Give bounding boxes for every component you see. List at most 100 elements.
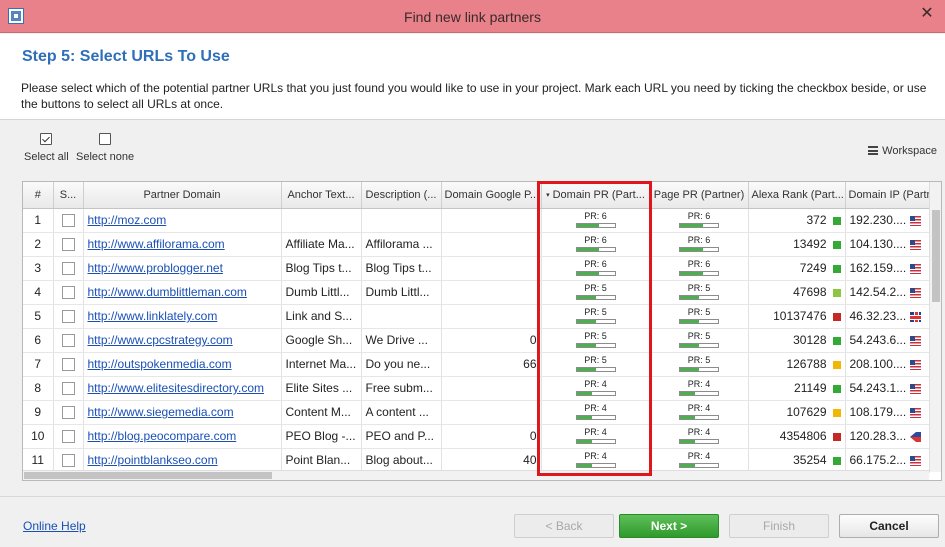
alexa-rank-value: 35254 bbox=[793, 453, 827, 467]
row-select-cell[interactable] bbox=[53, 424, 84, 449]
partner-domain-cell: http://www.siegemedia.com bbox=[83, 400, 282, 425]
column-header-6[interactable]: ▾ Domain PR (Part... bbox=[541, 182, 651, 209]
country-flag-icon bbox=[910, 263, 922, 274]
row-number: 8 bbox=[23, 376, 54, 401]
column-header-4[interactable]: Description (... bbox=[361, 182, 442, 209]
column-header-0[interactable]: # bbox=[23, 182, 54, 209]
table-row[interactable]: 8 http://www.elitesitesdirectory.com Elite… bbox=[23, 376, 930, 401]
domain-pr-bar-fill bbox=[576, 416, 592, 419]
row-select-cell[interactable] bbox=[53, 256, 84, 281]
table-row[interactable]: 11 http://pointblankseo.com Point Blan... B… bbox=[23, 448, 930, 473]
column-header-3[interactable]: Anchor Text... bbox=[281, 182, 362, 209]
workspace-button[interactable]: Workspace bbox=[868, 145, 937, 157]
checkbox-checked-icon bbox=[40, 133, 53, 145]
row-checkbox[interactable] bbox=[61, 310, 75, 324]
table-row[interactable]: 10 http://blog.peocompare.com PEO Blog -..… bbox=[23, 424, 930, 449]
row-number: 2 bbox=[23, 232, 54, 257]
description-cell: Blog Tips t... bbox=[361, 256, 442, 281]
row-checkbox[interactable] bbox=[61, 334, 75, 348]
online-help-link[interactable]: Online Help bbox=[23, 519, 86, 533]
partner-urls-grid[interactable]: # S... Partner Domain Anchor Text... Descrip… bbox=[22, 181, 942, 481]
partner-domain-link[interactable]: http://www.cpcstrategy.com bbox=[88, 333, 233, 347]
domain-pr-cell: PR: 6 bbox=[541, 232, 651, 257]
domain-google-pr-cell bbox=[441, 376, 542, 401]
row-select-cell[interactable] bbox=[53, 400, 84, 425]
select-all-button[interactable]: Select all bbox=[24, 133, 69, 163]
select-none-button[interactable]: Select none bbox=[76, 133, 134, 163]
domain-ip-cell: 54.243.1... bbox=[845, 376, 930, 401]
column-header-1[interactable]: S... bbox=[53, 182, 84, 209]
partner-domain-link[interactable]: http://outspokenmedia.com bbox=[88, 357, 232, 371]
partner-domain-link[interactable]: http://blog.peocompare.com bbox=[88, 429, 237, 443]
table-row[interactable]: 4 http://www.dumblittleman.com Dumb Littl.… bbox=[23, 280, 930, 305]
row-checkbox[interactable] bbox=[61, 430, 75, 444]
table-row[interactable]: 6 http://www.cpcstrategy.com Google Sh... W… bbox=[23, 328, 930, 353]
row-checkbox[interactable] bbox=[61, 214, 75, 228]
alexa-rank-cell: 47698 bbox=[748, 280, 846, 305]
row-checkbox[interactable] bbox=[61, 262, 75, 276]
partner-domain-link[interactable]: http://www.problogger.net bbox=[88, 261, 223, 275]
domain-pr-bar bbox=[575, 463, 616, 468]
row-select-cell[interactable] bbox=[53, 280, 84, 305]
cancel-button[interactable]: Cancel bbox=[839, 514, 939, 538]
table-row[interactable]: 5 http://www.linklately.com Link and S... P… bbox=[23, 304, 930, 329]
row-select-cell[interactable] bbox=[53, 352, 84, 377]
vertical-scrollbar[interactable] bbox=[929, 182, 941, 472]
row-select-cell[interactable] bbox=[53, 304, 84, 329]
next-button[interactable]: Next > bbox=[619, 514, 719, 538]
row-select-cell[interactable] bbox=[53, 328, 84, 353]
horizontal-scrollbar[interactable] bbox=[23, 470, 929, 480]
vertical-scroll-thumb[interactable] bbox=[932, 210, 940, 302]
alexa-rank-value: 30128 bbox=[793, 333, 827, 347]
close-icon[interactable]: ✕ bbox=[917, 4, 937, 24]
back-button[interactable]: < Back bbox=[514, 514, 614, 538]
row-checkbox[interactable] bbox=[61, 358, 75, 372]
row-number: 9 bbox=[23, 400, 54, 425]
row-number: 5 bbox=[23, 304, 54, 329]
table-row[interactable]: 2 http://www.affilorama.com Affiliate Ma..… bbox=[23, 232, 930, 257]
column-header-9[interactable]: Domain IP (Partn bbox=[845, 182, 930, 209]
row-checkbox[interactable] bbox=[61, 286, 75, 300]
row-checkbox[interactable] bbox=[61, 382, 75, 396]
partner-domain-link[interactable]: http://www.affilorama.com bbox=[88, 237, 225, 251]
row-checkbox[interactable] bbox=[61, 238, 75, 252]
row-number: 7 bbox=[23, 352, 54, 377]
partner-domain-link[interactable]: http://www.linklately.com bbox=[88, 309, 218, 323]
page-pr-bar-fill bbox=[680, 464, 696, 467]
alexa-rank-cell: 107629 bbox=[748, 400, 846, 425]
country-flag-icon bbox=[910, 383, 922, 394]
row-checkbox[interactable] bbox=[61, 454, 75, 468]
table-row[interactable]: 7 http://outspokenmedia.com Internet Ma...… bbox=[23, 352, 930, 377]
finish-button[interactable]: Finish bbox=[729, 514, 829, 538]
row-select-cell[interactable] bbox=[53, 208, 84, 233]
domain-pr-cell: PR: 6 bbox=[541, 208, 651, 233]
domain-google-pr-cell: 40 bbox=[441, 448, 542, 473]
column-header-2[interactable]: Partner Domain bbox=[83, 182, 282, 209]
description-cell: Dumb Littl... bbox=[361, 280, 442, 305]
row-select-cell[interactable] bbox=[53, 232, 84, 257]
column-header-label: Partner Domain bbox=[143, 188, 221, 201]
domain-pr-cell: PR: 5 bbox=[541, 328, 651, 353]
page-pr-bar-fill bbox=[680, 248, 703, 251]
page-pr-bar bbox=[679, 391, 719, 396]
row-select-cell[interactable] bbox=[53, 376, 84, 401]
alexa-status-icon bbox=[832, 384, 841, 393]
partner-domain-link[interactable]: http://moz.com bbox=[88, 213, 167, 227]
partner-domain-link[interactable]: http://www.siegemedia.com bbox=[88, 405, 234, 419]
column-header-8[interactable]: Alexa Rank (Part... bbox=[748, 182, 846, 209]
table-row[interactable]: 3 http://www.problogger.net Blog Tips t...… bbox=[23, 256, 930, 281]
horizontal-scroll-thumb[interactable] bbox=[24, 472, 272, 479]
row-select-cell[interactable] bbox=[53, 448, 84, 473]
partner-domain-link[interactable]: http://pointblankseo.com bbox=[88, 453, 218, 467]
column-header-7[interactable]: Page PR (Partner) bbox=[650, 182, 749, 209]
page-pr-bar bbox=[679, 415, 719, 420]
table-row[interactable]: 9 http://www.siegemedia.com Content M... A … bbox=[23, 400, 930, 425]
column-header-5[interactable]: Domain Google P... bbox=[441, 182, 542, 209]
partner-domain-link[interactable]: http://www.elitesitesdirectory.com bbox=[88, 381, 265, 395]
domain-pr-bar bbox=[575, 439, 616, 444]
table-row[interactable]: 1 http://moz.com PR: 6 PR: 6 372 192.230.... bbox=[23, 208, 930, 233]
row-checkbox[interactable] bbox=[61, 406, 75, 420]
description-cell: Affilorama ... bbox=[361, 232, 442, 257]
partner-domain-link[interactable]: http://www.dumblittleman.com bbox=[88, 285, 247, 299]
page-pr-bar bbox=[679, 367, 719, 372]
